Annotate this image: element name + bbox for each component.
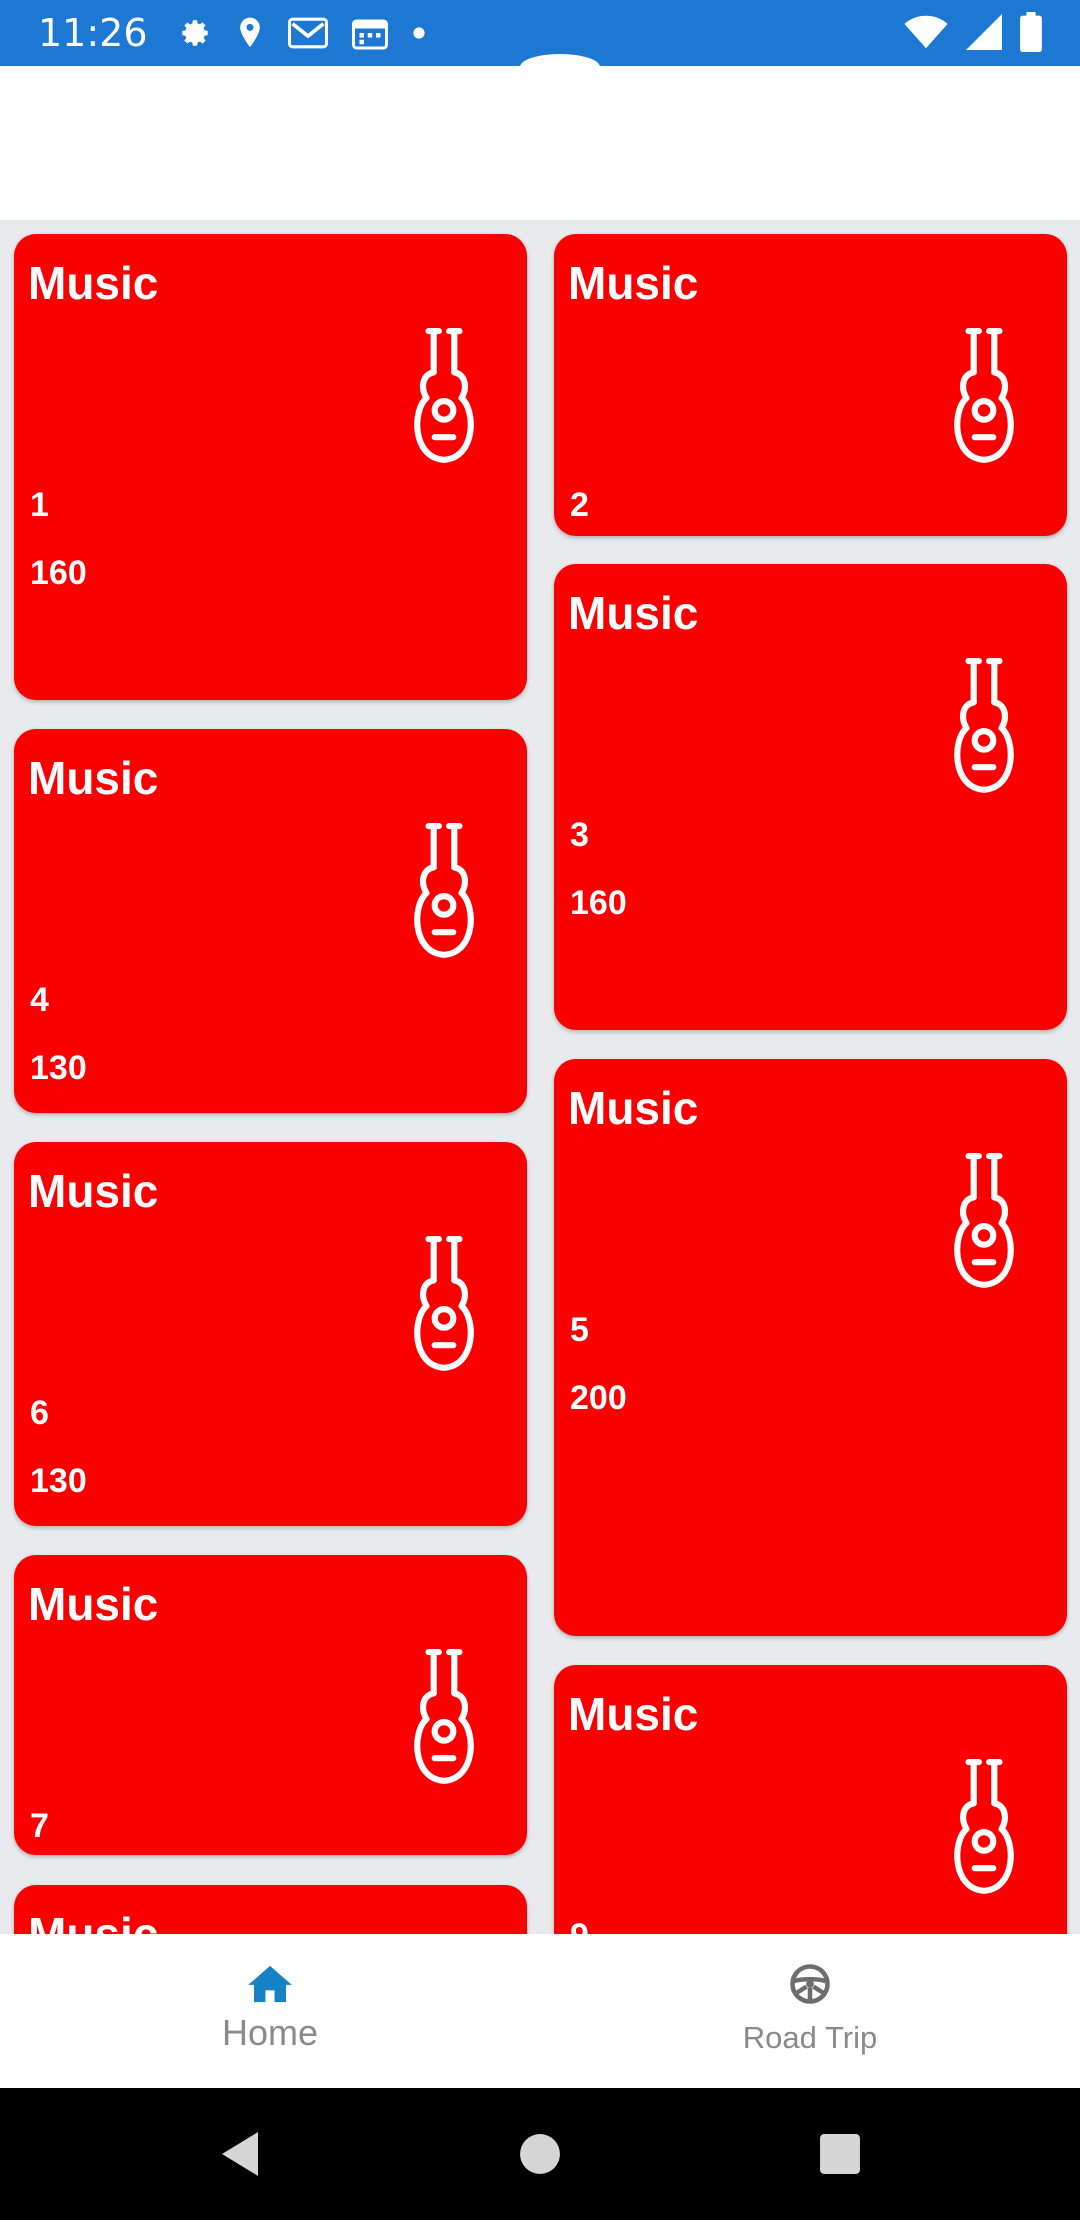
tile-number: 3 [570,816,589,854]
tile-value: 130 [30,1462,87,1500]
home-circle-icon [520,2134,560,2174]
steering-wheel-icon [790,1964,830,2004]
tile-title: Music [28,752,159,804]
home-system-button[interactable] [510,2088,570,2220]
tile-9[interactable]: Music 9 [554,1665,1067,1934]
tile-title: Music [28,1165,159,1217]
battery-icon [1020,12,1042,57]
location-icon [236,16,264,50]
tile-2[interactable]: Music 2 [554,234,1067,536]
tile-value: 200 [570,1379,627,1417]
guitar-icon [414,1236,474,1371]
tile-4[interactable]: Music 4 130 [14,729,527,1113]
app-bar-shape [520,54,600,80]
settings-icon [178,16,212,50]
tile-number: 6 [30,1394,49,1432]
tile-3[interactable]: Music 3 160 [554,564,1067,1030]
nav-item-road-trip[interactable]: Road Trip [540,1934,1080,2088]
tile-number: 7 [30,1807,49,1845]
nav-label-road-trip: Road Trip [742,2020,878,2055]
signal-icon [966,14,1002,55]
tile-title: Music [568,1688,699,1740]
nav-label-home: Home [221,2012,319,2053]
guitar-icon [954,1759,1014,1894]
home-icon [248,1965,292,2003]
tile-number: 2 [570,486,589,524]
recents-button[interactable] [810,2088,870,2220]
guitar-icon [954,1153,1014,1288]
wifi-icon [904,14,948,55]
tile-number: 1 [30,486,49,524]
tile-number: 4 [30,981,49,1019]
tile-6[interactable]: Music 6 130 [14,1142,527,1526]
tile-5[interactable]: Music 5 200 [554,1059,1067,1636]
guitar-icon [414,823,474,958]
system-nav-bar [0,2088,1080,2220]
tile-8[interactable]: Music [14,1885,527,1934]
tile-1[interactable]: Music 1 160 [14,234,527,700]
app-bar [0,54,1080,220]
status-time: 11:26 [38,11,148,55]
tile-title: Music [28,257,159,309]
back-button[interactable] [210,2088,270,2220]
notification-dot-icon [412,26,426,40]
nav-item-home[interactable]: Home [0,1934,540,2088]
tile-value: 130 [30,1049,87,1087]
tile-title: Music [28,1578,159,1630]
guitar-icon [954,328,1014,463]
tile-number: 5 [570,1311,589,1349]
tile-number: 9 [570,1917,589,1934]
tile-title: Music [568,1082,699,1134]
tile-title: Music [28,1908,159,1934]
tile-value: 160 [570,884,627,922]
tile-value: 160 [30,554,87,592]
guitar-icon [414,328,474,463]
back-icon [222,2132,258,2176]
tile-grid[interactable]: Music 1 160 Music 2 Music 3 160 Music 4 … [0,220,1080,1934]
tile-7[interactable]: Music 7 [14,1555,527,1855]
tile-title: Music [568,257,699,309]
guitar-icon [414,1649,474,1784]
guitar-icon [954,658,1014,793]
bottom-nav: Home Road Trip [0,1934,1080,2088]
recents-icon [820,2134,860,2174]
gmail-icon [287,17,328,49]
calendar-icon [351,16,388,50]
tile-title: Music [568,587,699,639]
